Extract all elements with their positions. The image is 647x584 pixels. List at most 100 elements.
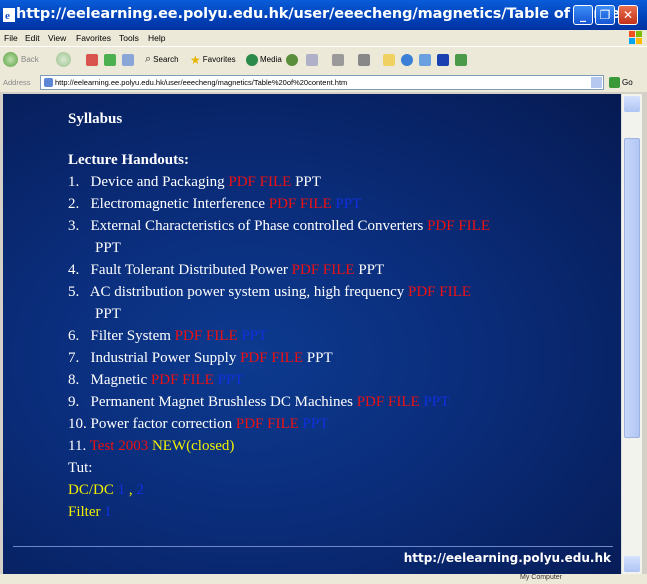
title-bar: e http://eelearning.ee.polyu.edu.hk/user… — [0, 0, 647, 30]
window-title: http://eelearning.ee.polyu.edu.hk/user/e… — [16, 6, 637, 22]
pdf-link[interactable]: PDF FILE — [236, 416, 299, 432]
ppt-link[interactable]: PPT — [241, 328, 267, 344]
search-icon: ⌕ — [145, 53, 152, 65]
go-button[interactable]: Go — [609, 77, 633, 88]
footer-divider — [13, 546, 613, 547]
tut-filter-label: Filter — [68, 504, 101, 520]
search-button[interactable]: ⌕ Search — [145, 51, 179, 68]
item-title: External Characteristics of Phase contro… — [90, 218, 424, 234]
pdf-link[interactable]: PDF FILE — [427, 218, 490, 234]
ppt-link[interactable]: PPT — [335, 196, 361, 212]
menu-bar: File Edit View Favorites Tools Help — [0, 30, 647, 46]
menu-tools[interactable]: Tools — [119, 33, 139, 43]
go-label: Go — [622, 78, 633, 87]
favorites-label: Favorites — [202, 55, 236, 64]
item-title: Power factor correction — [90, 416, 233, 432]
status-bar: My Computer — [0, 574, 647, 584]
pdf-link[interactable]: PDF FILE — [357, 394, 420, 410]
mail-icon — [306, 53, 318, 66]
address-input[interactable]: http://eelearning.ee.polyu.edu.hk/user/e… — [40, 75, 604, 90]
menu-favorites[interactable]: Favorites — [76, 33, 111, 43]
item-title: Industrial Power Supply — [90, 350, 237, 366]
ppt-link[interactable]: PPT — [423, 394, 449, 410]
handout-item-4: 4. Fault Tolerant Distributed Power PDF … — [68, 262, 384, 279]
stop-button[interactable] — [86, 51, 98, 68]
pdf-link[interactable]: PDF FILE — [240, 350, 303, 366]
media-button[interactable]: Media — [246, 51, 282, 68]
item-number: 4. — [68, 262, 80, 278]
ppt-link[interactable]: PPT — [303, 416, 329, 432]
print-icon — [332, 53, 344, 66]
svg-text:e: e — [5, 10, 10, 22]
tool-icon — [455, 53, 467, 66]
ppt-link[interactable]: PPT — [307, 350, 333, 366]
messenger-button[interactable] — [401, 51, 413, 68]
pdf-link[interactable]: PDF FILE — [175, 328, 238, 344]
item-title: Electromagnetic Interference — [90, 196, 265, 212]
favorites-button[interactable]: ★ Favorites — [190, 51, 236, 68]
browser-window: e http://eelearning.ee.polyu.edu.hk/user… — [0, 0, 647, 584]
item-number: 9. — [68, 394, 80, 410]
item-number: 2. — [68, 196, 80, 212]
edit-icon — [358, 53, 370, 66]
back-button[interactable]: Back — [3, 51, 39, 68]
handout-item-1: 1. Device and Packaging PDF FILE PPT — [68, 174, 321, 191]
item-number: 11. — [68, 438, 87, 454]
handout-item-8: 8. Magnetic PDF FILE PPT — [68, 372, 243, 389]
ppt-link[interactable]: PPT — [295, 174, 321, 190]
research-button[interactable] — [419, 51, 431, 68]
menu-file[interactable]: File — [4, 33, 18, 43]
closed-note: NEW(closed) — [151, 438, 235, 454]
item-number: 5. — [68, 284, 80, 300]
menu-view[interactable]: View — [48, 33, 66, 43]
maximize-button[interactable]: ❐ — [595, 5, 615, 25]
ppt-link[interactable]: PPT — [358, 262, 384, 278]
pdf-link[interactable]: PDF FILE — [228, 174, 291, 190]
scroll-thumb[interactable] — [624, 138, 640, 438]
vertical-scrollbar[interactable] — [621, 94, 642, 574]
ppt-link[interactable]: PPT — [218, 372, 244, 388]
stop-icon — [86, 53, 98, 66]
handout-item-5: 5. AC distribution power system using, h… — [68, 284, 471, 301]
back-label: Back — [21, 55, 39, 64]
mail-button[interactable] — [306, 51, 318, 68]
pdf-link[interactable]: PDF FILE — [269, 196, 332, 212]
tut-filter-row: Filter 1 — [68, 504, 112, 521]
refresh-button[interactable] — [104, 51, 116, 68]
edit-button[interactable] — [358, 51, 370, 68]
item-title: Device and Packaging — [90, 174, 225, 190]
footer-url: http://eelearning.polyu.edu.hk — [403, 551, 611, 565]
home-button[interactable] — [122, 51, 134, 68]
scroll-down-icon[interactable] — [624, 556, 640, 572]
zone-label: My Computer — [520, 574, 563, 581]
syllabus-link[interactable]: Syllabus — [68, 111, 122, 128]
windows-logo-icon — [629, 31, 642, 44]
item-number: 7. — [68, 350, 80, 366]
history-button[interactable] — [286, 51, 298, 68]
print-button[interactable] — [332, 51, 344, 68]
ppt-link[interactable]: PPT — [95, 306, 121, 322]
test-link[interactable]: Test 2003 — [90, 438, 149, 454]
forward-button[interactable] — [56, 51, 71, 68]
minimize-button[interactable]: _ — [573, 5, 593, 25]
menu-edit[interactable]: Edit — [25, 33, 40, 43]
handout-item-10: 10. Power factor correction PDF FILE PPT — [68, 416, 328, 433]
pdf-link[interactable]: PDF FILE — [408, 284, 471, 300]
research-icon — [419, 53, 431, 66]
tut-dcdc-link-2[interactable]: 2 — [136, 482, 144, 498]
ppt-link[interactable]: PPT — [95, 240, 121, 256]
bluetooth-button[interactable] — [437, 51, 449, 68]
tut-dcdc-link-1[interactable]: 1 — [118, 482, 126, 498]
address-bar: Address http://eelearning.ee.polyu.edu.h… — [0, 73, 647, 92]
tut-filter-link[interactable]: 1 — [104, 504, 112, 520]
pdf-link[interactable]: PDF FILE — [292, 262, 355, 278]
address-dropdown-icon[interactable] — [591, 77, 602, 88]
item-title: Magnetic — [90, 372, 148, 388]
menu-help[interactable]: Help — [148, 33, 165, 43]
close-button[interactable]: ✕ — [618, 5, 638, 25]
scroll-up-icon[interactable] — [624, 96, 640, 112]
extra-tool-button[interactable] — [455, 51, 467, 68]
go-arrow-icon — [609, 77, 620, 88]
pdf-link[interactable]: PDF FILE — [151, 372, 214, 388]
discuss-button[interactable] — [383, 51, 395, 68]
